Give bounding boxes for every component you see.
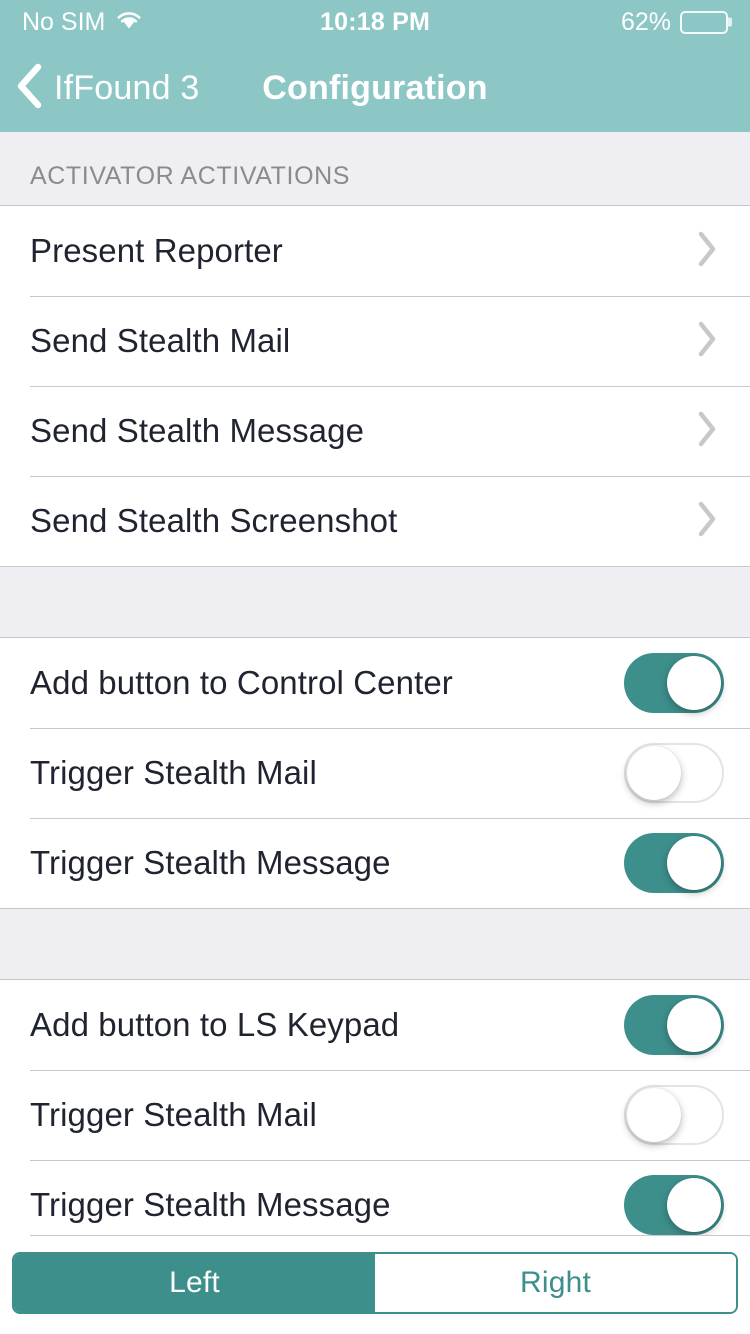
- section-group-0: Present Reporter Send Stealth Mail Send St…: [0, 205, 750, 566]
- section-group-1: Add button to Control Center Trigger Stea…: [0, 638, 750, 908]
- toggle-trigger-stealth-message[interactable]: [624, 833, 724, 893]
- row-present-reporter[interactable]: Present Reporter: [0, 206, 750, 296]
- row-label: Present Reporter: [30, 232, 283, 269]
- toggle-knob: [627, 746, 681, 800]
- row-send-stealth-screenshot[interactable]: Send Stealth Screenshot: [0, 476, 750, 566]
- row-trigger-stealth-mail[interactable]: Trigger Stealth Mail: [0, 1070, 750, 1160]
- segmented-control-separator: [30, 1235, 750, 1236]
- row-label: Send Stealth Mail: [30, 322, 291, 359]
- toggle-knob: [667, 656, 721, 710]
- segment-left[interactable]: Left: [14, 1254, 375, 1312]
- back-button[interactable]: IfFound 3: [0, 62, 199, 115]
- row-send-stealth-mail[interactable]: Send Stealth Mail: [0, 296, 750, 386]
- battery-percent-label: 62%: [620, 7, 671, 36]
- toggle-trigger-stealth-mail[interactable]: [624, 743, 724, 803]
- navigation-bar: IfFound 3 Configuration: [0, 44, 750, 132]
- status-bar: No SIM 10:18 PM 62%: [0, 0, 750, 44]
- row-label: Trigger Stealth Mail: [30, 1096, 317, 1133]
- toggle-knob: [627, 1088, 681, 1142]
- row-label: Add button to LS Keypad: [30, 1006, 400, 1043]
- section-group-2: Add button to LS Keypad Trigger Stealth M…: [0, 980, 750, 1250]
- chevron-right-icon: [696, 410, 718, 453]
- row-label: Add button to Control Center: [30, 664, 453, 701]
- toggle-trigger-stealth-message[interactable]: [624, 1175, 724, 1235]
- row-label: Send Stealth Message: [30, 412, 365, 449]
- toggle-knob: [667, 1178, 721, 1232]
- app-screen: No SIM 10:18 PM 62% IfFound 3 Configurat…: [0, 0, 750, 1334]
- chevron-right-icon: [696, 230, 718, 273]
- chevron-right-icon: [696, 500, 718, 543]
- row-trigger-stealth-mail[interactable]: Trigger Stealth Mail: [0, 728, 750, 818]
- toggle-trigger-stealth-mail[interactable]: [624, 1085, 724, 1145]
- settings-table: ACTIVATOR ACTIVATIONS Present Reporter Sen…: [0, 132, 750, 1250]
- toggle-add-button-to-ls-keypad[interactable]: [624, 995, 724, 1055]
- wifi-icon: [115, 8, 143, 37]
- section-gap: [0, 566, 750, 638]
- status-bar-left: No SIM: [22, 8, 143, 37]
- row-send-stealth-message[interactable]: Send Stealth Message: [0, 386, 750, 476]
- segment-right[interactable]: Right: [375, 1254, 736, 1312]
- chevron-left-icon: [14, 62, 44, 115]
- row-label: Send Stealth Screenshot: [30, 502, 398, 539]
- battery-icon: [680, 10, 728, 34]
- row-label: Trigger Stealth Mail: [30, 754, 317, 791]
- row-add-button-to-ls-keypad[interactable]: Add button to LS Keypad: [0, 980, 750, 1070]
- carrier-label: No SIM: [22, 7, 106, 36]
- row-label: Trigger Stealth Message: [30, 1186, 391, 1223]
- chevron-right-icon: [696, 320, 718, 363]
- back-button-label: IfFound 3: [54, 68, 200, 107]
- row-add-button-to-control-center[interactable]: Add button to Control Center: [0, 638, 750, 728]
- status-bar-right: 62%: [621, 8, 728, 37]
- section-header-activator-activations: ACTIVATOR ACTIVATIONS: [0, 132, 750, 205]
- segmented-control[interactable]: Left Right: [12, 1252, 738, 1314]
- segmented-control-container: Left Right: [0, 1235, 750, 1334]
- section-gap: [0, 908, 750, 980]
- row-trigger-stealth-message[interactable]: Trigger Stealth Message: [0, 818, 750, 908]
- toggle-add-button-to-control-center[interactable]: [624, 653, 724, 713]
- row-label: Trigger Stealth Message: [30, 844, 391, 881]
- toggle-knob: [667, 836, 721, 890]
- toggle-knob: [667, 998, 721, 1052]
